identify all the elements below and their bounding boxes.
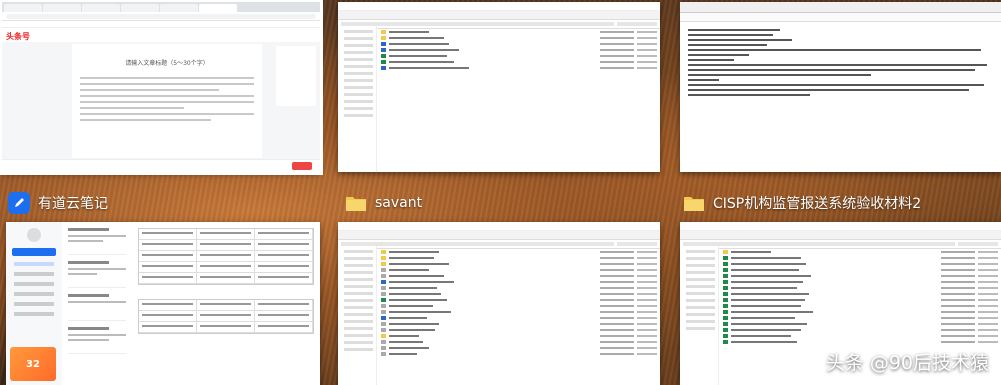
toutiao-brand: 头条号 <box>6 31 30 41</box>
youdao-sidebar: 32 <box>6 222 63 385</box>
window-thumbnail-explorer-top[interactable] <box>338 2 660 172</box>
window-thumbnail-notepad[interactable] <box>680 2 1001 172</box>
window-label-cisp[interactable]: CISP机构监管报送系统验收材料2 <box>683 191 921 215</box>
browser-address-bar[interactable] <box>2 12 320 21</box>
explorer-file-list <box>378 246 660 385</box>
browser-tab-strip[interactable] <box>2 2 320 12</box>
folder-icon <box>345 192 367 214</box>
explorer-nav-pane <box>680 246 719 385</box>
folder-icon <box>683 192 705 214</box>
window-title: savant <box>375 195 423 211</box>
window-thumbnail-browser[interactable]: 头条号 请输入文章标题（5～30个字） <box>0 0 323 175</box>
youdao-note-list <box>62 222 133 385</box>
notepad-text <box>680 22 1001 103</box>
editor-side-panel <box>276 46 316 106</box>
new-note-button[interactable] <box>12 248 56 256</box>
editor-footer <box>2 159 320 172</box>
window-thumbnail-youdao[interactable]: 32 <box>6 222 320 385</box>
avatar[interactable] <box>27 228 41 242</box>
watermark: 头条 @90后技术猿 <box>825 352 989 374</box>
article-title-placeholder: 请输入文章标题（5～30个字） <box>125 60 209 67</box>
explorer-nav-pane <box>338 246 377 385</box>
youdao-icon <box>8 192 30 214</box>
explorer-file-list <box>378 26 660 172</box>
promo-banner[interactable]: 32 <box>10 347 56 381</box>
window-thumbnail-savant[interactable] <box>338 222 660 385</box>
youdao-editor <box>132 222 320 385</box>
bookmarks-bar <box>2 21 320 28</box>
article-page[interactable]: 请输入文章标题（5～30个字） <box>72 44 262 158</box>
editor-body: 请输入文章标题（5～30个字） <box>2 42 320 172</box>
window-title: 有道云笔记 <box>38 196 108 212</box>
window-title: CISP机构监管报送系统验收材料2 <box>713 196 922 212</box>
window-label-youdao[interactable]: 有道云笔记 <box>8 191 108 215</box>
window-label-savant[interactable]: savant <box>345 191 422 215</box>
explorer-nav-pane <box>338 26 377 172</box>
publish-button[interactable] <box>292 162 312 170</box>
